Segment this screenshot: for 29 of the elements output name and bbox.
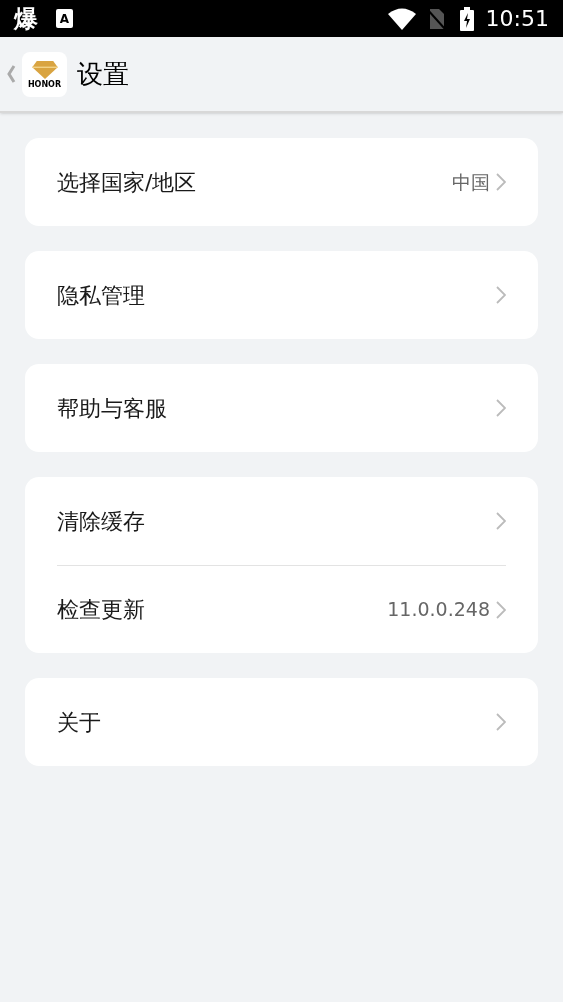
item-label: 选择国家/地区	[57, 168, 198, 197]
notification-icon: 爆	[14, 6, 38, 31]
chevron-right-icon	[496, 172, 506, 192]
keyboard-icon: A	[56, 9, 73, 28]
settings-item[interactable]: 选择国家/地区 中国	[57, 138, 506, 226]
item-label: 帮助与客服	[57, 394, 168, 423]
clock-time: 10:51	[485, 7, 549, 30]
wifi-icon	[387, 7, 416, 30]
chevron-right-icon	[496, 285, 506, 305]
settings-item[interactable]: 隐私管理	[57, 251, 506, 339]
chevron-right-icon	[496, 712, 506, 732]
chevron-right-icon	[496, 511, 506, 531]
diamond-icon	[30, 59, 59, 80]
settings-item[interactable]: 关于	[57, 678, 506, 766]
item-label: 清除缓存	[57, 507, 146, 536]
settings-item[interactable]: 检查更新 11.0.0.248	[57, 565, 506, 653]
item-value: 中国	[452, 169, 490, 195]
item-label: 检查更新	[57, 596, 146, 624]
back-icon[interactable]	[6, 64, 16, 84]
item-label: 隐私管理	[57, 281, 146, 310]
logo-text: HONOR	[27, 80, 62, 89]
battery-charging-icon	[459, 6, 474, 31]
settings-item[interactable]: 帮助与客服	[57, 364, 506, 452]
item-label: 关于	[57, 708, 102, 737]
page-title: 设置	[77, 57, 129, 91]
chevron-right-icon	[496, 398, 506, 418]
chevron-right-icon	[496, 599, 506, 620]
settings-item[interactable]: 清除缓存	[57, 477, 506, 565]
item-value: 11.0.0.248	[387, 597, 490, 623]
